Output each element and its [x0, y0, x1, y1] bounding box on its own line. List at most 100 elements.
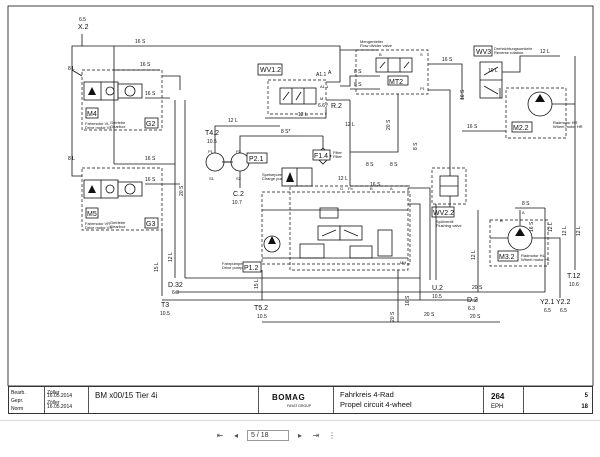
more-pages-icon[interactable]: ⋮ [327, 431, 337, 440]
svg-text:S2: S2 [236, 176, 242, 181]
svg-text:B: B [500, 218, 503, 223]
line-label: 12 L [540, 49, 550, 55]
brand-logo: BOMAG [272, 393, 306, 402]
model-name: BM x00/15 Tier 4i [95, 391, 158, 400]
viewer-toolbar: ⇤ ◂ 5 / 18 ▸ ⇥ ⋮ [0, 420, 600, 457]
line-label: 20 S [386, 119, 392, 130]
line-label: 8 L [68, 156, 75, 162]
pump-desc-en: Drive pump [222, 265, 243, 270]
line-label: 8 S [354, 82, 362, 88]
line-label: 8 S [354, 69, 362, 75]
hose-line [71, 34, 83, 70]
brand-sub: FAYAT GROUP [287, 404, 312, 408]
wheel-motor-desc-en: Wheel motor HR [553, 124, 583, 129]
line-label: 12 L [548, 222, 554, 232]
gear-tag: G2 [146, 121, 155, 128]
port-size: 10.7 [232, 200, 242, 206]
svg-text:B: B [379, 52, 382, 57]
line-label: 16 S [145, 91, 156, 97]
port-size: 10.6 [569, 282, 579, 288]
line-label: 12 L [298, 112, 308, 118]
pump-symbol [205, 152, 225, 172]
page-navigation: ⇤ ◂ 5 / 18 ▸ ⇥ ⋮ [215, 428, 337, 442]
next-page-icon[interactable]: ▸ [295, 431, 305, 440]
line-label: 12 L [345, 122, 355, 128]
tb-date: 16.05.2014 [47, 404, 73, 410]
wheel-motor-tag: M3.2 [499, 254, 515, 261]
svg-text:Fb: Fb [348, 186, 353, 191]
port-label: C.2 [233, 191, 244, 198]
wheel-motor-desc-en: Wheel motor HL [521, 257, 551, 262]
svg-text:S: S [420, 52, 423, 57]
port-label: T3 [161, 302, 169, 309]
valve-desc-en: Reverse rotation [494, 50, 523, 55]
line-label: 16 S [442, 57, 453, 63]
tb-roles: Bearb. Gepr. Norm [9, 387, 45, 413]
tb-role: Bearb. [11, 390, 26, 396]
page-number: 264 [491, 392, 505, 401]
valve-tag: WV1.2 [260, 67, 281, 74]
line-label: 8 S [390, 162, 398, 168]
line-label: 16 S [405, 295, 411, 306]
line-label: 8 S [413, 142, 419, 150]
motor-desc-en: Drive motor VL [85, 125, 112, 130]
port-size: 10.5 [257, 314, 267, 320]
line-label: 12 L [228, 118, 238, 124]
line-label: 20 S [390, 311, 396, 322]
hydraulic-schematic: 6.5 X.2 16 S M4 Fahrmotor VL Drive motor… [7, 5, 594, 386]
svg-text:A: A [390, 186, 393, 191]
motor-tag: M4 [87, 111, 97, 118]
line-label: 10 L [488, 68, 498, 74]
title-block: Bearb. Gepr. Norm Zöller 16.05.2014 Zöll… [8, 386, 593, 414]
line-label: 12 L [562, 226, 568, 236]
line-label: 12 L [576, 226, 582, 236]
wheel-motor-tag: M2.2 [513, 125, 529, 132]
port-size: 10.5 [160, 311, 170, 317]
gear-desc-en: Gearbox [110, 224, 125, 229]
tb-names: Zöller 16.05.2014 Zöller 16.05.2014 [45, 387, 89, 413]
svg-text:A1.1: A1.1 [320, 84, 329, 89]
tb-role: Gepr. [11, 398, 24, 404]
line-label: 16 S [370, 182, 381, 188]
svg-text:P1: P1 [420, 86, 426, 91]
port-size: 6.3 [172, 290, 179, 296]
port-size: 6.5 [79, 17, 86, 23]
motor-desc-en: Drive motor VR [85, 225, 112, 230]
port-label: D.2 [467, 297, 478, 304]
svg-text:M: M [320, 96, 323, 101]
last-page-icon[interactable]: ⇥ [311, 431, 321, 440]
port-size: 10.5 [207, 139, 217, 145]
line-label: 20 S [472, 285, 483, 291]
sheet-number: 5 [584, 393, 588, 399]
line-label: 15 L [254, 279, 260, 289]
first-page-icon[interactable]: ⇤ [215, 431, 225, 440]
port-size: 6.5 [560, 308, 567, 314]
drawing-title-de: Fahrkreis 4-Rad [340, 390, 394, 399]
svg-text:A1.1: A1.1 [316, 72, 327, 78]
filter-tag: F1.4 [314, 153, 328, 160]
port-size: 6.6 / [318, 103, 328, 109]
port-label: T5.2 [254, 305, 268, 312]
valve-tag: WV3 [476, 49, 491, 56]
svg-text:A: A [522, 210, 525, 215]
line-label: 16 S [145, 156, 156, 162]
gear-desc-en: Gearbox [110, 124, 125, 129]
schematic-sheet: 6.5 X.2 16 S M4 Fahrmotor VL Drive motor… [0, 0, 600, 420]
page-input[interactable]: 5 / 18 [247, 429, 289, 441]
line-label: 16 S [460, 89, 466, 100]
drawing-title-en: Propel circuit 4-wheel [340, 400, 412, 409]
line-label: 20 S [470, 314, 481, 320]
line-label: 12 L [168, 252, 174, 262]
port-label: X.2 [78, 24, 89, 31]
line-label: 16 S [529, 221, 535, 232]
prev-page-icon[interactable]: ◂ [231, 431, 241, 440]
line-label: 16 S [145, 177, 156, 183]
gear-tag: G3 [146, 221, 155, 228]
sheet-count: 18 [581, 404, 588, 410]
line-label: 12 L [338, 176, 348, 182]
port-label: T.12 [567, 273, 580, 280]
port-label: U.2 [432, 285, 443, 292]
valve-desc-en: Flow divider valve [360, 43, 393, 48]
port-label: R.2 [331, 103, 342, 110]
pump-tag: P2.1 [249, 156, 264, 163]
